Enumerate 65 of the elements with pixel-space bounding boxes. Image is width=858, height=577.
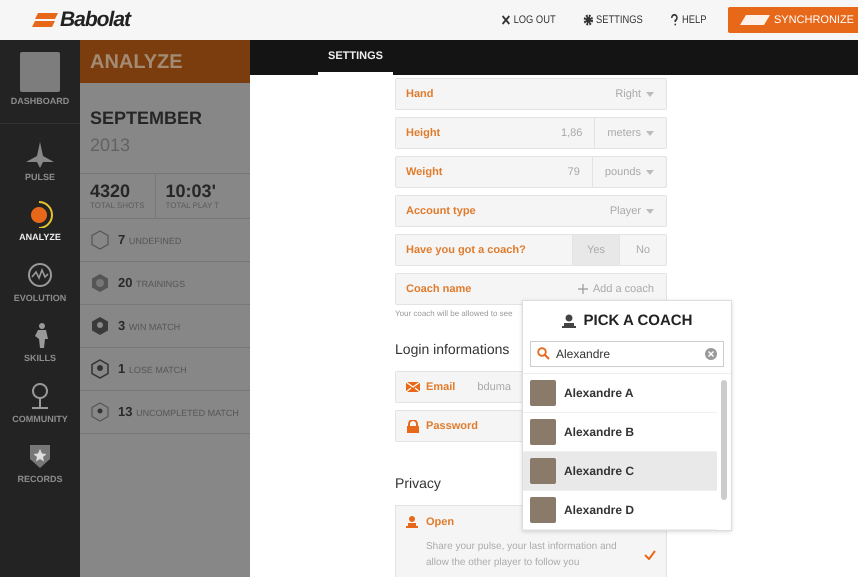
coach-result[interactable]: Alexandre B [523,412,717,452]
close-icon [500,14,511,26]
field-label: Height [405,126,442,141]
avatar-photo-placeholder [530,380,556,406]
coach-result[interactable]: Alexandre C [523,452,717,490]
avatar-photo-placeholder [20,52,60,92]
sidebar-item[interactable]: DASHBOARD [0,40,80,124]
help-icon [669,14,680,26]
number-value: 1,86 [560,126,584,141]
sidebar-item[interactable]: ANALYZE [0,192,80,252]
nav-link[interactable]: SETTINGS [583,12,643,28]
field-label: Email [426,380,456,395]
avatar-photo-placeholder [530,418,556,444]
nav-link[interactable]: LOG OUT [500,12,556,28]
total-value: 4320 [90,182,132,200]
person-icon [562,314,576,328]
field-label: Account type [405,204,477,219]
field-label: Password [426,418,478,434]
envelope-icon [406,380,420,394]
popup-title: PICK A COACH [584,311,692,331]
number-value: 79 [566,164,581,180]
option-description: Share your pulse, your last information and allow the other player to follow you [426,540,618,570]
coach-hint: Your coach will be allowed to see [395,308,513,320]
field-label: Coach name [405,282,472,297]
field-label: Weight [405,164,444,180]
hexagon-icon [90,359,110,379]
avatar-photo-placeholder [530,496,556,522]
logo-stripes-icon [32,11,58,29]
synchronize-button[interactable]: SYNCHRONIZE [728,6,858,34]
nav-link[interactable]: HELP [669,12,707,28]
sidebar-item[interactable]: EVOLUTION [0,252,80,313]
option-title: Open [426,515,454,530]
coach-result[interactable]: Alexandre D [523,490,717,530]
section-heading: Login informations [395,340,510,359]
settings-icon [583,14,594,26]
settings-tab[interactable]: SETTINGS [318,40,394,75]
search-field[interactable]: Alexandre [530,340,724,366]
scrollbar[interactable] [721,380,727,500]
sidebar-item[interactable]: SKILLS [0,313,80,374]
padlock-icon [406,420,420,432]
avatar-photo-placeholder [530,458,556,484]
hexagon-icon [90,230,110,250]
search-icon [537,347,550,360]
email-value: bduma [476,380,512,395]
field-label: Hand [405,86,434,102]
caret-icon [646,208,654,214]
sidebar-item[interactable]: PULSE [0,132,80,192]
clear-icon [705,348,717,360]
sidebar-item[interactable]: RECORDS [0,434,80,494]
evolution-icon [26,260,54,288]
coach-result[interactable]: Alexandre A [523,374,717,412]
caret-icon [646,170,654,174]
hexagon-icon [90,316,110,336]
plus-icon [578,284,588,294]
caret-icon [646,92,654,96]
field-label: Have you got a coach? [405,242,527,258]
person-icon [406,516,418,528]
total-value: 10:03' [166,182,217,200]
hexagon-icon [90,273,110,293]
section-heading: Privacy [395,474,441,493]
logo-text: Babolat [60,7,130,34]
caret-icon [646,130,654,136]
hexagon-icon [90,402,110,422]
sidebar-item[interactable]: COMMUNITY [0,374,80,434]
panel-title: ANALYZE [80,40,250,83]
